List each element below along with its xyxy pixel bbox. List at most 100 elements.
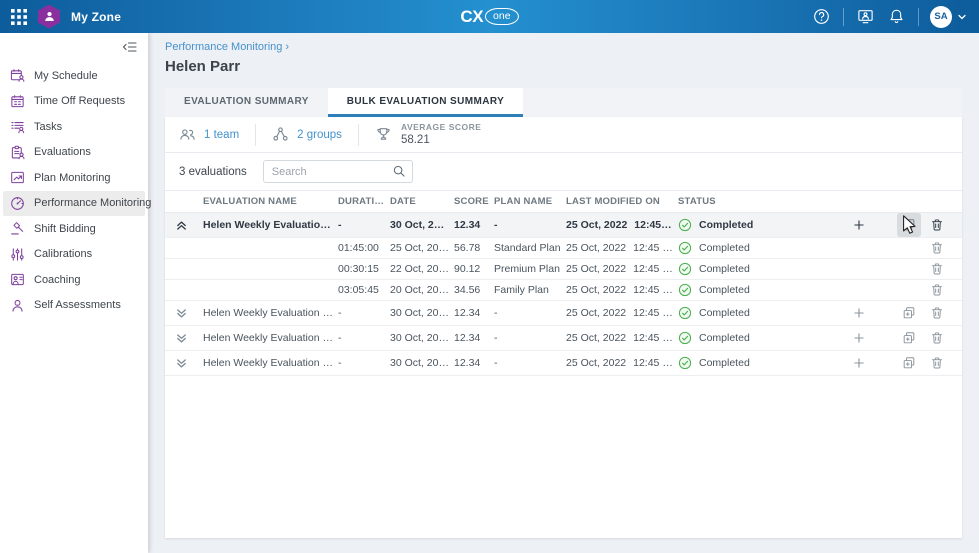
sidebar-item-label: Calibrations bbox=[34, 248, 92, 260]
status-label: Completed bbox=[699, 263, 750, 275]
delete-evaluation-button[interactable] bbox=[925, 278, 949, 302]
copy-evaluation-button[interactable] bbox=[897, 326, 921, 350]
tab-bulk-evaluation-summary[interactable]: BULK EVALUATION SUMMARY bbox=[328, 88, 523, 117]
last-modified-cell: 25 Oct, 202212:45 PM bbox=[566, 219, 678, 231]
delete-evaluation-button[interactable] bbox=[925, 301, 949, 325]
sidebar-item-plan-monitoring[interactable]: Plan Monitoring bbox=[3, 165, 145, 191]
duration-cell: 01:45:00 bbox=[338, 242, 390, 254]
row-actions bbox=[760, 213, 962, 237]
groups-stat-link[interactable]: 2 groups bbox=[272, 126, 342, 143]
score-cell: 56.78 bbox=[454, 242, 494, 254]
help-icon[interactable] bbox=[813, 8, 830, 25]
sidebar-item-self-assessments[interactable]: Self Assessments bbox=[3, 293, 145, 319]
expand-row-icon[interactable] bbox=[165, 307, 203, 320]
date-cell: 20 Oct, 2022 bbox=[390, 284, 454, 296]
delete-evaluation-button[interactable] bbox=[925, 213, 949, 237]
status-label: Completed bbox=[699, 219, 753, 231]
column-header-status: STATUS bbox=[678, 196, 760, 207]
average-score-stat: AVERAGE SCORE 58.21 bbox=[375, 122, 482, 147]
last-modified-cell: 25 Oct, 202212:45 PM bbox=[566, 332, 678, 344]
duration-cell: - bbox=[338, 219, 390, 231]
table-row[interactable]: Helen Weekly Evaluation - June 20-30 Oct… bbox=[165, 301, 962, 326]
groups-icon bbox=[272, 126, 289, 143]
sidebar-collapse-icon[interactable] bbox=[122, 39, 138, 55]
status-cell: Completed bbox=[678, 218, 760, 232]
delete-evaluation-button[interactable] bbox=[925, 326, 949, 350]
evaluation-name-cell: Helen Weekly Evaluation - June 20 bbox=[203, 357, 338, 369]
breadcrumb-link[interactable]: Performance Monitoring bbox=[165, 41, 282, 53]
content-area: Performance Monitoring› Helen Parr EVALU… bbox=[148, 33, 979, 553]
duration-cell: - bbox=[338, 357, 390, 369]
add-evaluation-button[interactable] bbox=[847, 301, 871, 325]
breadcrumb[interactable]: Performance Monitoring› bbox=[165, 41, 962, 56]
search-box bbox=[263, 160, 413, 183]
breadcrumb-separator-icon: › bbox=[285, 41, 289, 53]
table-row[interactable]: Helen Weekly Evaluation - June 20-30 Oct… bbox=[165, 351, 962, 376]
copy-evaluation-button[interactable] bbox=[897, 213, 921, 237]
date-cell: 22 Oct, 2022 bbox=[390, 263, 454, 275]
duration-cell: - bbox=[338, 332, 390, 344]
evaluation-name-cell: Helen Weekly Evaluation - June 20 bbox=[203, 307, 338, 319]
groups-stat-label[interactable]: 2 groups bbox=[297, 129, 342, 141]
tab-evaluation-summary[interactable]: EVALUATION SUMMARY bbox=[165, 88, 328, 117]
sidebar-item-label: Coaching bbox=[34, 274, 80, 286]
table-row[interactable]: 03:05:4520 Oct, 202234.56Family Plan25 O… bbox=[165, 280, 962, 301]
table-row[interactable]: Helen Weekly Evaluation - June...-30 Oct… bbox=[165, 213, 962, 238]
agent-monitor-icon[interactable] bbox=[857, 8, 874, 25]
sidebar-item-tasks[interactable]: Tasks bbox=[3, 114, 145, 140]
plan-name-cell: - bbox=[494, 219, 566, 231]
sidebar-item-coaching[interactable]: Coaching bbox=[3, 267, 145, 293]
table-row[interactable]: 01:45:0025 Oct, 202256.78Standard Plan25… bbox=[165, 238, 962, 259]
delete-evaluation-button[interactable] bbox=[925, 351, 949, 375]
topbar-divider bbox=[843, 8, 844, 26]
sidebar-item-time-off-requests[interactable]: Time Off Requests bbox=[3, 89, 145, 115]
team-stat-link[interactable]: 1 team bbox=[179, 126, 239, 143]
add-evaluation-button[interactable] bbox=[847, 213, 871, 237]
add-evaluation-button[interactable] bbox=[847, 326, 871, 350]
search-input[interactable] bbox=[263, 160, 413, 183]
sidebar-item-my-schedule[interactable]: My Schedule bbox=[3, 63, 145, 89]
sidebar-item-calibrations[interactable]: Calibrations bbox=[3, 242, 145, 268]
date-cell: 30 Oct, 2022 bbox=[390, 219, 454, 231]
plan-name-cell: - bbox=[494, 357, 566, 369]
status-completed-icon bbox=[678, 241, 692, 255]
sidebar-item-label: Tasks bbox=[34, 121, 62, 133]
date-cell: 30 Oct, 2022 bbox=[390, 357, 454, 369]
status-completed-icon bbox=[678, 283, 692, 297]
table-row[interactable]: Helen Weekly Evaluation - June 20-30 Oct… bbox=[165, 326, 962, 351]
team-stat-label[interactable]: 1 team bbox=[204, 129, 239, 141]
shift-bidding-icon bbox=[10, 221, 25, 236]
self-assessments-icon bbox=[10, 298, 25, 313]
expand-row-icon[interactable] bbox=[165, 332, 203, 345]
add-evaluation-button[interactable] bbox=[847, 351, 871, 375]
cxone-logo-one: one bbox=[485, 8, 519, 25]
last-modified-cell: 25 Oct, 202212:45 PM bbox=[566, 263, 678, 275]
plan-monitoring-icon bbox=[10, 170, 25, 185]
expand-row-icon[interactable] bbox=[165, 357, 203, 370]
app-launcher-icon[interactable] bbox=[11, 9, 27, 25]
copy-evaluation-button[interactable] bbox=[897, 351, 921, 375]
status-cell: Completed bbox=[678, 283, 760, 297]
evaluations-icon bbox=[10, 145, 25, 160]
table-row[interactable]: 00:30:1522 Oct, 202290.12Premium Plan25 … bbox=[165, 259, 962, 280]
last-modified-cell: 25 Oct, 202212:45 PM bbox=[566, 357, 678, 369]
row-actions bbox=[760, 301, 962, 325]
notifications-bell-icon[interactable] bbox=[888, 8, 905, 25]
status-completed-icon bbox=[678, 262, 692, 276]
date-cell: 30 Oct, 2022 bbox=[390, 307, 454, 319]
sidebar-item-shift-bidding[interactable]: Shift Bidding bbox=[3, 216, 145, 242]
sidebar-nav: My ScheduleTime Off Requests Tasks Evaluat… bbox=[0, 55, 148, 318]
coaching-icon bbox=[10, 272, 25, 287]
collapse-row-icon[interactable] bbox=[165, 219, 203, 232]
user-menu-chevron-icon[interactable] bbox=[957, 12, 967, 22]
user-avatar[interactable]: SA bbox=[930, 6, 952, 28]
copy-evaluation-button[interactable] bbox=[897, 301, 921, 325]
sidebar-item-performance-monitoring[interactable]: Performance Monitoring bbox=[3, 191, 145, 217]
last-modified-cell: 25 Oct, 202212:45 PM bbox=[566, 307, 678, 319]
column-header-duration: DURATION bbox=[338, 196, 390, 207]
evaluation-name-cell: Helen Weekly Evaluation - June... bbox=[203, 219, 338, 231]
status-label: Completed bbox=[699, 357, 750, 369]
search-icon[interactable] bbox=[392, 164, 406, 178]
last-modified-cell: 25 Oct, 202212:45 PM bbox=[566, 284, 678, 296]
sidebar-item-evaluations[interactable]: Evaluations bbox=[3, 140, 145, 166]
